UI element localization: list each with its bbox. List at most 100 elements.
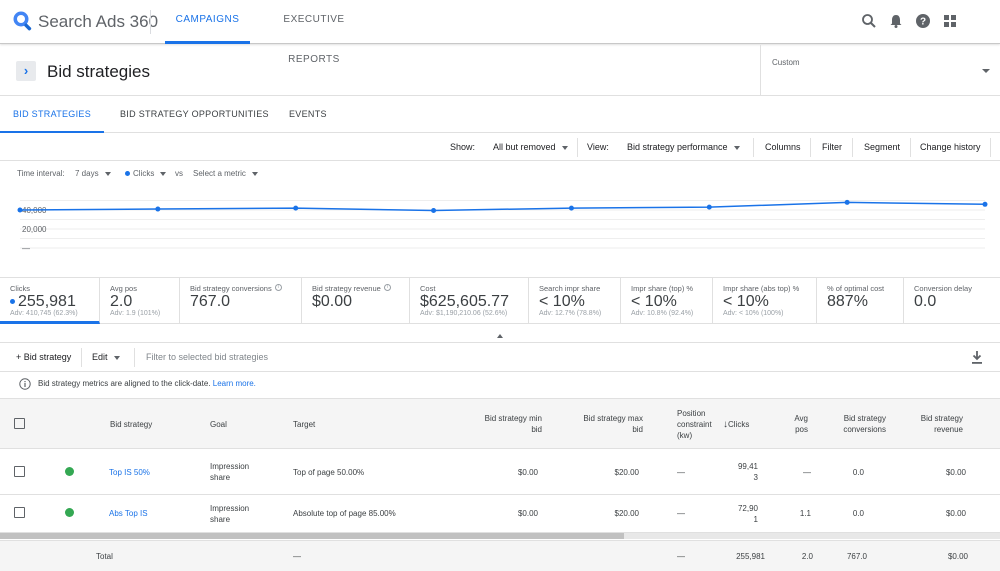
data-point[interactable] <box>17 207 23 213</box>
data-point[interactable] <box>155 206 161 212</box>
scorecard-bid-strategy-revenue[interactable]: Bid strategy revenue i $0.00 <box>302 278 410 324</box>
scorecard-label: Search impr share <box>539 284 601 293</box>
performance-chart: 40,00020,000— <box>17 199 988 253</box>
notifications-bell-icon[interactable] <box>888 13 904 29</box>
view-value: Bid strategy performance <box>627 142 728 152</box>
row-checkbox[interactable] <box>14 507 25 518</box>
status-enabled-icon <box>65 508 74 517</box>
scorecard-search-impr-share[interactable]: Search impr share < 10% Adv: 12.7% (78.8… <box>529 278 621 324</box>
subtabs: BID STRATEGIES BID STRATEGY OPPORTUNITIE… <box>0 96 1000 133</box>
total-position: — <box>677 552 685 561</box>
tab-bid-strategy-opportunities[interactable]: BID STRATEGY OPPORTUNITIES <box>120 96 269 133</box>
horizontal-scrollbar[interactable] <box>0 533 1000 539</box>
scorecard-label: Impr share (abs top) % <box>723 284 800 293</box>
min-bid-cell: $0.00 <box>517 509 538 518</box>
row-checkbox[interactable] <box>14 466 25 477</box>
select-all-checkbox[interactable] <box>14 418 25 429</box>
scorecard-bid-strategy-conversions[interactable]: Bid strategy conversions i 767.0 <box>180 278 302 324</box>
bid-strategy-name-link[interactable]: Abs Top IS <box>109 508 148 519</box>
col-revenue[interactable]: Bid strategy revenue <box>921 413 963 435</box>
data-point[interactable] <box>568 205 574 211</box>
col-avg-pos[interactable]: Avg pos <box>794 413 808 435</box>
col-conversions[interactable]: Bid strategy conversions <box>843 413 886 435</box>
tab-events[interactable]: EVENTS <box>289 96 327 133</box>
col-position-constraint[interactable]: Position constraint (kw) <box>677 408 712 441</box>
col-min-bid[interactable]: Bid strategy min bid <box>485 413 542 435</box>
divider <box>990 138 991 157</box>
info-icon: i <box>383 284 391 291</box>
total-target: — <box>293 552 301 561</box>
table-row[interactable]: Top IS 50% Impression share Top of page 5… <box>0 449 1000 495</box>
scorecard-value: < 10% <box>631 293 677 310</box>
tab-bid-strategies[interactable]: BID STRATEGIES <box>0 96 104 133</box>
scorecard-sub: Adv: 1.9 (101%) <box>110 310 161 317</box>
chevron-down-icon <box>561 145 568 150</box>
scorecards: Clicks 255,981 Adv: 410,745 (62.3%) Avg … <box>0 277 1000 324</box>
date-range-label: Custom <box>772 58 800 67</box>
col-max-bid[interactable]: Bid strategy max bid <box>583 413 643 435</box>
data-point[interactable] <box>706 204 712 210</box>
col-bid-strategy[interactable]: Bid strategy <box>110 419 152 430</box>
table-row[interactable]: Abs Top IS Impression share Absolute top … <box>0 495 1000 533</box>
revenue-cell: $0.00 <box>945 468 966 477</box>
clicks-cell: 72,90 1 <box>737 504 758 524</box>
bid-strategy-name-link[interactable]: Top IS 50% <box>109 467 150 478</box>
scorecard-clicks[interactable]: Clicks 255,981 Adv: 410,745 (62.3%) <box>0 278 100 324</box>
page-header: › Bid strategies Custom <box>0 45 1000 96</box>
scorecard-impr-share-top[interactable]: Impr share (top) % < 10% Adv: 10.8% (92.… <box>621 278 713 324</box>
scorecard-value: 887% <box>827 293 868 310</box>
data-point[interactable] <box>982 201 988 207</box>
scorecard-cost[interactable]: Cost $625,605.77 Adv: $1,190,210.06 (52.… <box>410 278 529 324</box>
add-bid-strategy-button[interactable]: + Bid strategy <box>16 343 71 372</box>
change-history-button[interactable]: Change history <box>920 134 981 161</box>
scorecard-impr-share-abs-top[interactable]: Impr share (abs top) % < 10% Adv: < 10% … <box>713 278 817 324</box>
scorecard-label: Cost <box>420 284 436 293</box>
tab-campaigns[interactable]: CAMPAIGNS <box>165 0 250 44</box>
position-cell: — <box>677 509 685 518</box>
total-revenue: $0.00 <box>947 552 968 561</box>
scorecard-value: $0.00 <box>312 293 353 310</box>
divider <box>852 138 853 157</box>
col-clicks[interactable]: ↓Clicks <box>723 419 749 430</box>
series-line-clicks <box>19 201 986 212</box>
table-header: Bid strategy Goal Target Bid strategy mi… <box>0 398 1000 449</box>
scorecard-optimal-cost[interactable]: % of optimal cost 887% <box>817 278 904 324</box>
tab-executive-reports[interactable]: EXECUTIVE REPORTS <box>262 0 366 65</box>
target-cell: Absolute top of page 85.00% <box>293 509 396 518</box>
view-dropdown[interactable]: Bid strategy performance <box>627 134 740 161</box>
scrollbar-thumb[interactable] <box>0 533 624 539</box>
expand-nav-button[interactable]: › <box>16 61 36 81</box>
filter-button[interactable]: Filter <box>822 134 842 161</box>
search-icon[interactable] <box>861 13 877 29</box>
learn-more-link[interactable]: Learn more. <box>213 379 256 388</box>
scorecard-avg-pos[interactable]: Avg pos 2.0 Adv: 1.9 (101%) <box>100 278 180 324</box>
col-target[interactable]: Target <box>293 419 315 430</box>
data-point[interactable] <box>431 207 437 213</box>
edit-dropdown[interactable]: Edit <box>92 343 120 372</box>
col-goal[interactable]: Goal <box>210 419 227 430</box>
y-tick-label: 20,000 <box>22 225 47 234</box>
date-range-selector[interactable]: Custom <box>760 45 1000 95</box>
filter-input[interactable]: Filter to selected bid strategies <box>146 343 268 372</box>
edit-label: Edit <box>92 352 108 362</box>
total-avg-pos: 2.0 <box>801 552 813 561</box>
columns-button[interactable]: Columns <box>765 134 801 161</box>
help-icon[interactable]: ? <box>915 13 931 29</box>
show-label: Show: <box>450 142 476 152</box>
data-point[interactable] <box>844 199 850 205</box>
position-cell: — <box>677 468 685 477</box>
apps-grid-icon[interactable] <box>942 13 958 29</box>
scorecard-conversion-delay[interactable]: Conversion delay 0.0 <box>904 278 1000 324</box>
search-ads-logo-icon <box>13 11 32 31</box>
chevron-down-icon <box>251 171 258 176</box>
download-icon[interactable] <box>971 351 983 364</box>
collapse-chart-icon[interactable] <box>497 334 503 338</box>
scorecard-sub: Adv: 12.7% (78.8%) <box>539 310 602 317</box>
max-bid-cell: $20.00 <box>614 509 639 518</box>
scorecard-label: Conversion delay <box>914 284 972 293</box>
show-dropdown[interactable]: All but removed <box>493 134 568 161</box>
view-label: View: <box>587 142 609 152</box>
time-interval-value: 7 days <box>75 169 99 178</box>
segment-button[interactable]: Segment <box>864 134 900 161</box>
data-point[interactable] <box>293 205 299 211</box>
